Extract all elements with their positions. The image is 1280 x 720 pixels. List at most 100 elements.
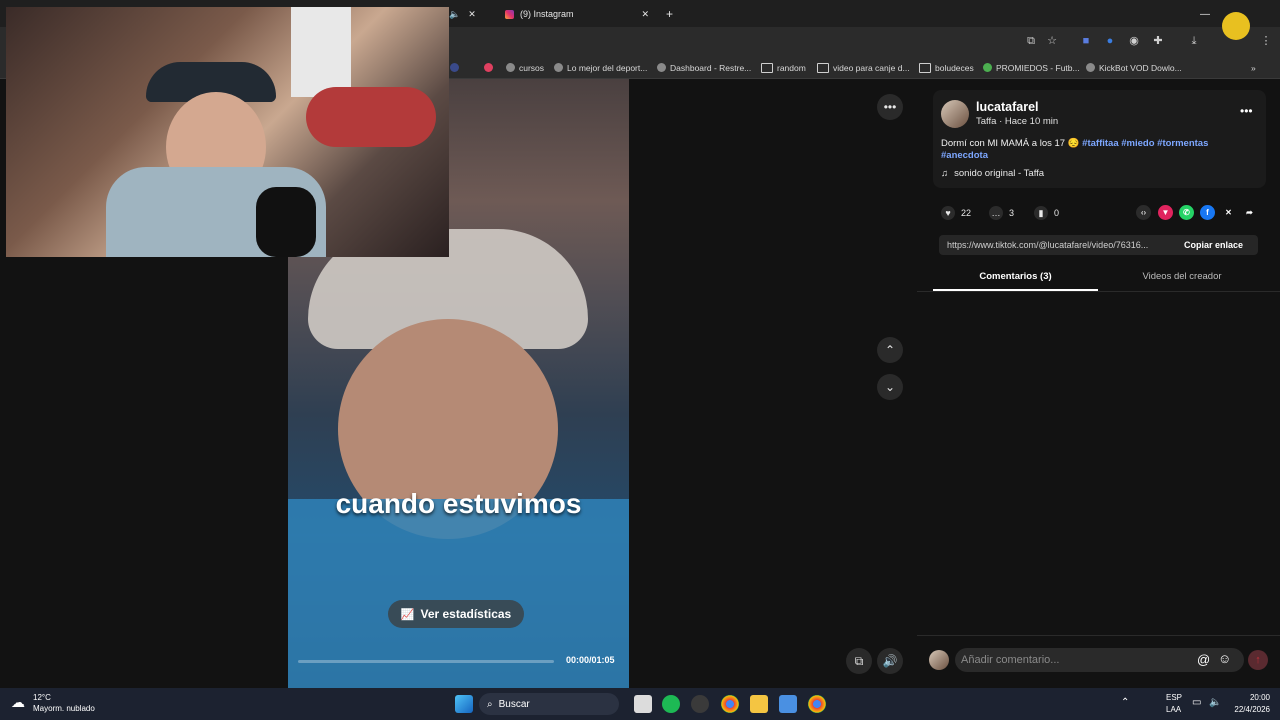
video-progress-bar[interactable] bbox=[298, 660, 554, 663]
hashtag[interactable]: #miedo bbox=[1121, 138, 1154, 149]
browser-menu-icon[interactable]: ⋮ bbox=[1259, 34, 1273, 48]
clock-date[interactable]: 22/4/2026 bbox=[1220, 705, 1270, 714]
tabs-divider bbox=[917, 291, 1280, 292]
bookmark-folder-random[interactable]: random bbox=[761, 57, 806, 78]
post-link-url[interactable]: https://www.tiktok.com/@lucatafarel/vide… bbox=[947, 240, 1148, 250]
minimize-button[interactable]: — bbox=[1200, 3, 1210, 25]
tab-audio-icon[interactable]: 🔈 bbox=[449, 9, 460, 20]
bookmark-label: Dashboard - Restre... bbox=[670, 62, 752, 73]
task-view-icon[interactable] bbox=[634, 695, 652, 713]
translate-extension-icon[interactable]: ■ bbox=[1079, 34, 1093, 48]
more-options-icon[interactable]: ••• bbox=[877, 94, 903, 120]
new-tab-button[interactable]: + bbox=[666, 3, 673, 25]
bookmark-label: random bbox=[777, 62, 806, 73]
bookmark-label: boludeces bbox=[935, 62, 974, 73]
bookmark-folder-boludeces[interactable]: boludeces bbox=[919, 57, 974, 78]
install-app-icon[interactable]: ⧉ bbox=[1024, 34, 1038, 48]
hashtag[interactable]: #anecdota bbox=[941, 150, 988, 161]
bookmark-folder-canje[interactable]: video para canje d... bbox=[817, 57, 910, 78]
bookmark-promiedos[interactable]: PROMIEDOS - Futb... bbox=[983, 57, 1080, 78]
chrome-profile-icon[interactable] bbox=[808, 695, 826, 713]
tab-comments[interactable]: Comentarios (3) bbox=[933, 271, 1098, 282]
microsoft-store-icon[interactable] bbox=[779, 695, 797, 713]
obs-icon[interactable] bbox=[691, 695, 709, 713]
author-username[interactable]: lucatafarel bbox=[976, 100, 1039, 114]
floating-player-icon[interactable]: ⧉ bbox=[846, 648, 872, 674]
file-explorer-icon[interactable] bbox=[750, 695, 768, 713]
folder-icon bbox=[817, 62, 829, 73]
tab-instagram[interactable]: (9) Instagram ✕ bbox=[505, 3, 655, 25]
view-stats-button[interactable]: 📈 Ver estadísticas bbox=[388, 600, 524, 628]
post-more-icon[interactable]: ••• bbox=[1240, 104, 1253, 118]
weather-icon[interactable]: ☁ bbox=[11, 694, 25, 711]
taskbar-search[interactable]: ⌕ Buscar bbox=[479, 693, 619, 715]
chrome-icon[interactable] bbox=[721, 695, 739, 713]
bookmark-label: cursos bbox=[519, 62, 545, 73]
send-to-friends-icon[interactable]: ▼ bbox=[1158, 205, 1173, 220]
extensions-puzzle-icon[interactable]: ✚ bbox=[1151, 34, 1165, 48]
clock-time[interactable]: 20:00 bbox=[1230, 693, 1270, 702]
tray-overflow-icon[interactable]: ⌃ bbox=[1121, 697, 1129, 708]
author-avatar[interactable] bbox=[941, 100, 969, 128]
music-note-icon: ♫ bbox=[941, 168, 949, 179]
previous-video-button[interactable]: ⌃ bbox=[877, 337, 903, 363]
save-button[interactable]: ▮ 0 bbox=[1034, 206, 1059, 220]
bookmark-label: Lo mejor del deport... bbox=[567, 62, 648, 73]
webcam-overlay bbox=[6, 7, 449, 257]
emoji-icon[interactable]: ☺ bbox=[1218, 651, 1231, 666]
tab-creator-videos[interactable]: Videos del creador bbox=[1098, 271, 1266, 282]
comment-button[interactable]: … 3 bbox=[989, 206, 1014, 220]
taskbar-search-label: Buscar bbox=[498, 698, 530, 710]
post-comment-button[interactable]: ↑ bbox=[1248, 650, 1268, 670]
language-top[interactable]: ESP bbox=[1166, 693, 1182, 702]
author-meta: Taffa · Hace 10 min bbox=[976, 116, 1059, 127]
spotify-icon[interactable] bbox=[662, 695, 680, 713]
bookmark-kickbot[interactable]: KickBot VOD Dowlo... bbox=[1086, 57, 1182, 78]
bookmark-unnamed-2[interactable] bbox=[484, 57, 493, 78]
current-user-avatar bbox=[929, 650, 949, 670]
whatsapp-icon[interactable]: ✆ bbox=[1179, 205, 1194, 220]
hashtag[interactable]: #taffitaa bbox=[1082, 138, 1118, 149]
start-icon[interactable] bbox=[455, 695, 473, 713]
bookmark-deportes[interactable]: Lo mejor del deport... bbox=[554, 57, 647, 78]
bookmark-unnamed[interactable] bbox=[450, 57, 459, 78]
sound-label: sonido original - Taffa bbox=[954, 168, 1045, 179]
facebook-icon[interactable]: f bbox=[1200, 205, 1215, 220]
weather-temp: 12°C bbox=[33, 693, 51, 702]
bookmark-label: PROMIEDOS - Futb... bbox=[996, 62, 1080, 73]
folder-icon bbox=[761, 62, 773, 73]
bookmark-cursos[interactable]: cursos bbox=[506, 57, 544, 78]
language-bottom[interactable]: LAA bbox=[1166, 705, 1181, 714]
embed-icon[interactable]: ‹› bbox=[1136, 205, 1151, 220]
bookmark-star-icon[interactable]: ☆ bbox=[1045, 34, 1059, 48]
tab-close-icon[interactable]: ✕ bbox=[641, 9, 649, 20]
share-arrow-icon[interactable]: ➦ bbox=[1242, 205, 1257, 220]
next-video-button[interactable]: ⌄ bbox=[877, 374, 903, 400]
video-time: 00:00/01:05 bbox=[566, 655, 615, 665]
weather-desc: Mayorm. nublado bbox=[33, 704, 95, 713]
webcam-pillows bbox=[306, 87, 436, 147]
volume-icon[interactable]: 🔊 bbox=[877, 648, 903, 674]
profile-avatar-icon[interactable] bbox=[1222, 12, 1250, 40]
extension-blue-icon[interactable]: ● bbox=[1103, 34, 1117, 48]
tab-label: (9) Instagram bbox=[520, 9, 574, 19]
mention-icon[interactable]: @ bbox=[1197, 652, 1210, 667]
bookmarks-overflow-icon[interactable]: » bbox=[1251, 57, 1256, 78]
bookmark-label: video para canje d... bbox=[833, 62, 910, 73]
like-count: 22 bbox=[961, 208, 972, 218]
save-count: 0 bbox=[1054, 208, 1060, 218]
copy-link-button[interactable]: Copiar enlace bbox=[1184, 240, 1243, 250]
description-text: Dormí con MI MAMÁ a los 17 😔 bbox=[941, 138, 1083, 149]
tab-previous[interactable]: 🔈 ✕ bbox=[449, 3, 476, 25]
hashtag[interactable]: #tormentas bbox=[1157, 138, 1208, 149]
tab-close-icon[interactable]: ✕ bbox=[468, 9, 476, 20]
post-sound[interactable]: ♫ sonido original - Taffa bbox=[941, 168, 1044, 179]
downloads-icon[interactable]: ⤓ bbox=[1187, 34, 1201, 48]
comment-icon: … bbox=[989, 206, 1003, 220]
extension-gray-icon[interactable]: ◉ bbox=[1127, 34, 1141, 48]
bookmark-dashboard[interactable]: Dashboard - Restre... bbox=[657, 57, 751, 78]
instagram-icon bbox=[505, 9, 514, 19]
network-icon[interactable]: ▭ bbox=[1192, 697, 1201, 708]
x-icon[interactable]: ✕ bbox=[1221, 205, 1236, 220]
like-button[interactable]: ♥ 22 bbox=[941, 206, 971, 220]
